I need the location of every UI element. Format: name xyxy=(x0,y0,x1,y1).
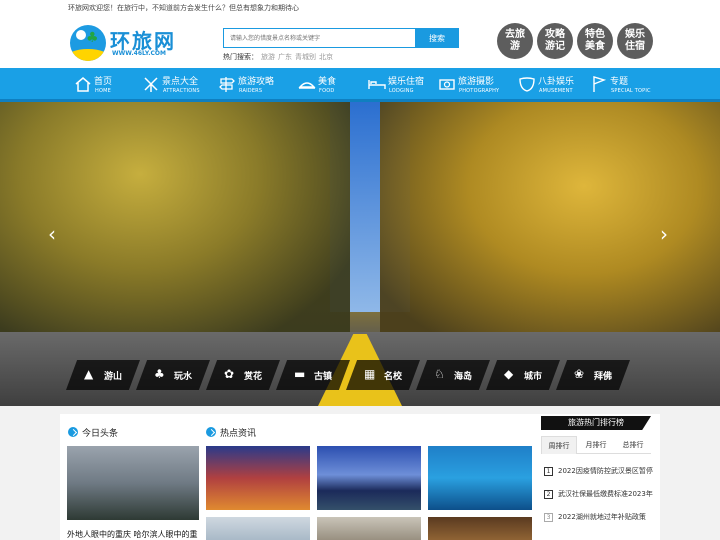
main-nav: 首页 HOME 景点大全 ATTRACTIONS 旅游攻略 RAIDERS 美食 FOO… xyxy=(0,68,720,102)
banner-next-arrow-icon[interactable]: › xyxy=(660,222,668,246)
headline-caption[interactable]: 外地人眼中的重庆 哈尔滨人眼中的重庆 xyxy=(67,529,201,540)
headline-image[interactable] xyxy=(67,446,199,520)
school-icon: ▦ xyxy=(364,367,376,381)
hot-news-image[interactable] xyxy=(428,517,532,540)
quick-link-lodging[interactable]: 娱乐住宿 xyxy=(617,23,653,59)
ranking-tabs: 周排行 月排行 总排行 xyxy=(541,436,651,454)
bullet-icon xyxy=(206,427,216,437)
logo-emblem-icon: ♣ xyxy=(70,25,106,61)
content-panel: 今日头条 外地人眼中的重庆 哈尔滨人眼中的重庆 热点资讯 旅游热门排行榜 周排行… xyxy=(60,414,660,540)
hot-searches: 热门搜索： 旅游 广东 青城别 北京 xyxy=(223,52,333,62)
category-bar: ▲ 游山 ♣ 玩水 ✿ 赏花 ▬ 古镇 ▦ 名校 ♘ 海岛 ◆ 城市 ❀ 拜佛 xyxy=(66,360,666,390)
camera-icon xyxy=(439,79,455,90)
site-header: ♣ 环旅网 WWW.46LY.COM 搜索 热门搜索：旅游广东青城别北京 去旅游… xyxy=(0,14,720,68)
tab-weekly[interactable]: 周排行 xyxy=(541,436,577,454)
banner-trees-right xyxy=(380,102,720,342)
welcome-text: 环旅网欢迎您！在旅行中，不知道前方会发生什么？但总有想象力和期待心 xyxy=(68,4,299,12)
hot-news-image[interactable] xyxy=(428,446,532,510)
search-button[interactable]: 搜索 xyxy=(415,28,459,48)
category-water[interactable]: ♣ 玩水 xyxy=(136,360,210,390)
kangaroo-icon: ♘ xyxy=(434,367,445,381)
site-logo[interactable]: ♣ 环旅网 WWW.46LY.COM xyxy=(70,23,182,63)
bullet-icon xyxy=(68,427,78,437)
mountain-icon: ▲ xyxy=(84,367,94,381)
category-cities[interactable]: ◆ 城市 xyxy=(486,360,560,390)
hot-news-image[interactable] xyxy=(206,446,310,510)
signpost-icon xyxy=(219,77,235,92)
palm-icon: ♣ xyxy=(154,367,165,381)
welcome-bar: 环旅网欢迎您！在旅行中，不知道前方会发生什么？但总有想象力和期待心 xyxy=(0,0,720,14)
tab-monthly[interactable]: 月排行 xyxy=(578,436,614,454)
hot-news-image[interactable] xyxy=(317,446,421,510)
category-schools[interactable]: ▦ 名校 xyxy=(346,360,420,390)
hot-search-link[interactable]: 旅游 xyxy=(261,53,275,61)
category-mountain[interactable]: ▲ 游山 xyxy=(66,360,140,390)
hot-search-link[interactable]: 广东 xyxy=(278,53,292,61)
banner-prev-arrow-icon[interactable]: ‹ xyxy=(48,222,56,246)
quick-link-guides[interactable]: 攻略游记 xyxy=(537,23,573,59)
hot-news-image[interactable] xyxy=(206,517,310,540)
flower-icon: ✿ xyxy=(224,367,235,381)
content-area: 今日头条 外地人眼中的重庆 哈尔滨人眼中的重庆 热点资讯 旅游热门排行榜 周排行… xyxy=(0,406,720,540)
windmill-icon xyxy=(144,77,158,92)
hero-banner: ‹ › ▲ 游山 ♣ 玩水 ✿ 赏花 ▬ 古镇 ▦ 名校 ♘ 海岛 ◆ 城市 ❀ 拜佛 xyxy=(0,102,720,406)
tab-total[interactable]: 总排行 xyxy=(615,436,651,454)
lotus-icon: ❀ xyxy=(574,367,585,381)
category-old-town[interactable]: ▬ 古镇 xyxy=(276,360,350,390)
flag-icon xyxy=(593,76,607,92)
logo-url: WWW.46LY.COM xyxy=(112,50,166,57)
category-flowers[interactable]: ✿ 赏花 xyxy=(206,360,280,390)
town-icon: ▬ xyxy=(294,367,306,381)
hot-news-image[interactable] xyxy=(317,517,421,540)
hot-search-link[interactable]: 青城别 xyxy=(295,53,316,61)
search-box: 搜索 xyxy=(223,28,459,48)
hot-search-label: 热门搜索： xyxy=(223,53,258,61)
category-islands[interactable]: ♘ 海岛 xyxy=(416,360,490,390)
bed-icon xyxy=(368,80,386,89)
category-temples[interactable]: ❀ 拜佛 xyxy=(556,360,630,390)
dish-icon xyxy=(298,82,316,89)
quick-link-food[interactable]: 特色美食 xyxy=(577,23,613,59)
map-icon: ◆ xyxy=(504,367,514,381)
ranking-title: 旅游热门排行榜 xyxy=(541,416,651,430)
search-input[interactable] xyxy=(223,28,415,48)
mask-icon xyxy=(519,77,535,92)
hot-search-link[interactable]: 北京 xyxy=(319,53,333,61)
quick-link-travel[interactable]: 去旅游 xyxy=(497,23,533,59)
house-icon xyxy=(75,77,91,92)
